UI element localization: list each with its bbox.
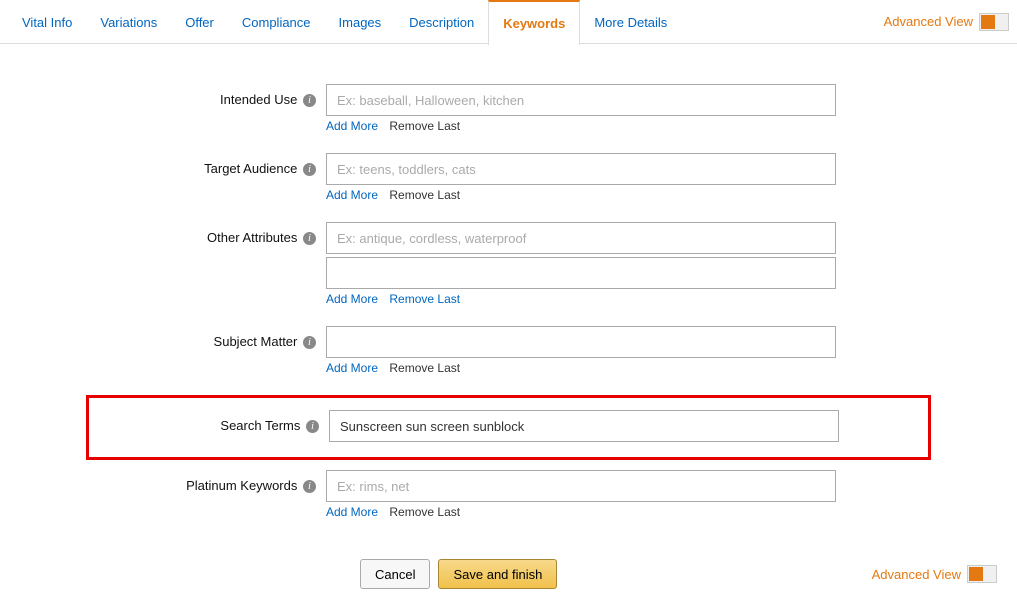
other-attributes-input-1[interactable] (326, 222, 836, 254)
advanced-view-bottom: Advanced View (872, 565, 997, 583)
info-icon[interactable]: i (303, 232, 316, 245)
tab-offer[interactable]: Offer (171, 0, 228, 44)
info-icon[interactable]: i (303, 336, 316, 349)
add-more-link[interactable]: Add More (326, 292, 378, 306)
add-more-link[interactable]: Add More (326, 188, 378, 202)
row-platinum-keywords: Platinum Keywords i Add More Remove Last (90, 470, 927, 533)
cancel-button[interactable]: Cancel (360, 559, 430, 589)
intended-use-input[interactable] (326, 84, 836, 116)
remove-last-link: Remove Last (389, 505, 460, 519)
info-icon[interactable]: i (306, 420, 319, 433)
info-icon[interactable]: i (303, 94, 316, 107)
row-intended-use: Intended Use i Add More Remove Last (90, 84, 927, 147)
advanced-view-toggle[interactable] (967, 565, 997, 583)
add-more-link[interactable]: Add More (326, 505, 378, 519)
remove-last-link: Remove Last (389, 119, 460, 133)
form-area: Intended Use i Add More Remove Last Targ… (0, 44, 1017, 549)
label-search-terms: Search Terms i (93, 410, 329, 433)
tab-bar: Vital Info Variations Offer Compliance I… (0, 0, 1017, 44)
advanced-view-label: Advanced View (884, 14, 973, 29)
remove-last-link[interactable]: Remove Last (389, 292, 460, 306)
remove-last-link: Remove Last (389, 361, 460, 375)
row-target-audience: Target Audience i Add More Remove Last (90, 153, 927, 216)
row-subject-matter: Subject Matter i Add More Remove Last (90, 326, 927, 389)
label-platinum-keywords: Platinum Keywords i (90, 470, 326, 493)
tab-description[interactable]: Description (395, 0, 488, 44)
advanced-view-top: Advanced View (884, 13, 1009, 31)
target-audience-input[interactable] (326, 153, 836, 185)
label-subject-matter: Subject Matter i (90, 326, 326, 349)
subject-matter-input[interactable] (326, 326, 836, 358)
row-other-attributes: Other Attributes i Add More Remove Last (90, 222, 927, 320)
add-more-link[interactable]: Add More (326, 119, 378, 133)
other-attributes-input-2[interactable] (326, 257, 836, 289)
tab-more-details[interactable]: More Details (580, 0, 681, 44)
footer: Cancel Save and finish Advanced View (0, 549, 1017, 607)
add-more-link[interactable]: Add More (326, 361, 378, 375)
advanced-view-label: Advanced View (872, 567, 961, 582)
remove-last-link: Remove Last (389, 188, 460, 202)
save-button[interactable]: Save and finish (438, 559, 557, 589)
tab-images[interactable]: Images (325, 0, 396, 44)
platinum-keywords-input[interactable] (326, 470, 836, 502)
search-terms-input[interactable] (329, 410, 839, 442)
label-intended-use: Intended Use i (90, 84, 326, 107)
tab-compliance[interactable]: Compliance (228, 0, 325, 44)
info-icon[interactable]: i (303, 163, 316, 176)
label-target-audience: Target Audience i (90, 153, 326, 176)
info-icon[interactable]: i (303, 480, 316, 493)
tab-variations[interactable]: Variations (86, 0, 171, 44)
advanced-view-toggle[interactable] (979, 13, 1009, 31)
label-other-attributes: Other Attributes i (90, 222, 326, 245)
row-search-terms: Search Terms i (86, 395, 931, 460)
tab-keywords[interactable]: Keywords (488, 0, 580, 45)
tab-vital-info[interactable]: Vital Info (8, 0, 86, 44)
